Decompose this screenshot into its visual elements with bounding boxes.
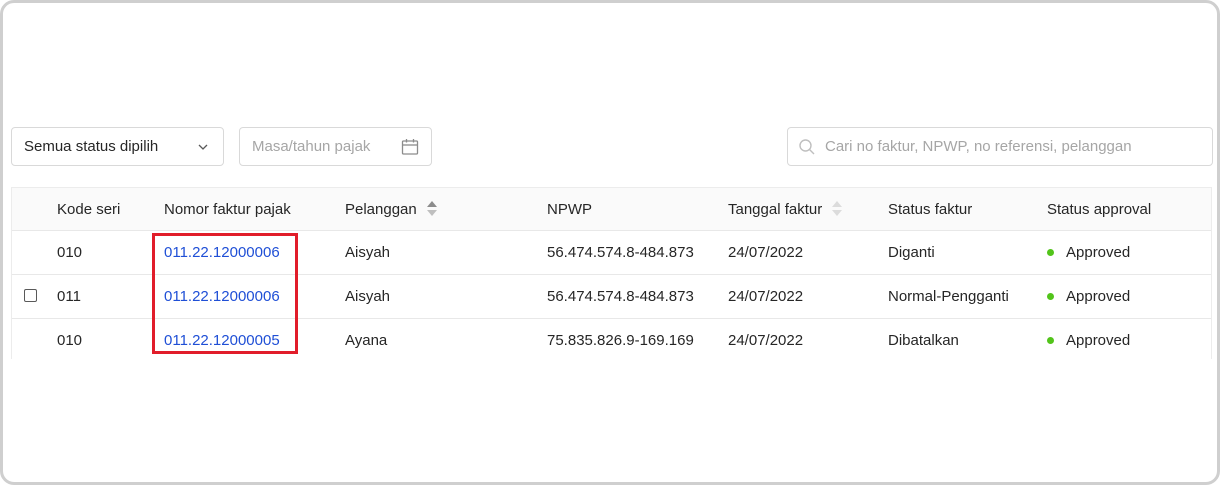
- column-header-status-approval: Status approval: [1047, 200, 1152, 218]
- cell-pelanggan: Aisyah: [345, 288, 391, 305]
- row-checkbox[interactable]: [24, 289, 37, 302]
- cell-pelanggan: Ayana: [345, 332, 388, 349]
- column-header-tanggal-faktur[interactable]: Tanggal faktur: [728, 188, 843, 230]
- cell-status-faktur: Dibatalkan: [888, 332, 959, 349]
- status-filter-value: Semua status dipilih: [24, 138, 159, 155]
- cell-kode-seri: 011: [57, 288, 81, 305]
- faktur-number-link[interactable]: 011.22.12000005: [164, 332, 280, 349]
- search-icon: [799, 138, 815, 154]
- faktur-number-link[interactable]: 011.22.12000006: [164, 244, 280, 261]
- faktur-table: Kode seri Nomor faktur pajak Pelanggan N…: [11, 187, 1212, 359]
- cell-status-faktur: Diganti: [888, 244, 935, 261]
- cell-npwp: 75.835.826.9-169.169: [547, 332, 694, 349]
- cell-npwp: 56.474.574.8-484.873: [547, 288, 694, 305]
- cell-tanggal-faktur: 24/07/2022: [728, 332, 804, 349]
- cell-kode-seri: 010: [57, 332, 83, 349]
- cell-status-approval: Approved: [1047, 319, 1130, 359]
- status-approval-label: Approved: [1066, 288, 1131, 305]
- cell-tanggal-faktur: 24/07/2022: [728, 288, 804, 305]
- column-header-npwp: NPWP: [547, 200, 592, 218]
- faktur-number-link[interactable]: 011.22.12000006: [164, 288, 280, 305]
- cell-status-approval: Approved: [1047, 231, 1130, 274]
- column-header-pelanggan-label: Pelanggan: [345, 200, 417, 218]
- sort-icon[interactable]: [832, 200, 843, 218]
- status-approval-label: Approved: [1066, 332, 1131, 349]
- cell-npwp: 56.474.574.8-484.873: [547, 244, 694, 261]
- column-header-tanggal-faktur-label: Tanggal faktur: [728, 200, 823, 218]
- column-header-pelanggan[interactable]: Pelanggan: [345, 188, 437, 230]
- cell-status-approval: Approved: [1047, 275, 1130, 318]
- window-frame: Semua status dipilih Kode seri Nomor fak…: [0, 0, 1220, 485]
- cell-pelanggan: Aisyah: [345, 244, 391, 261]
- status-dot-icon: [1047, 249, 1054, 256]
- chevron-down-icon: [198, 144, 208, 150]
- search-box[interactable]: [787, 127, 1213, 166]
- cell-kode-seri: 010: [57, 244, 83, 261]
- period-input[interactable]: [252, 138, 392, 155]
- status-dot-icon: [1047, 337, 1054, 344]
- status-dot-icon: [1047, 293, 1054, 300]
- column-header-status-faktur: Status faktur: [888, 200, 973, 218]
- column-header-nomor-faktur: Nomor faktur pajak: [164, 200, 291, 218]
- column-header-kode-seri: Kode seri: [57, 200, 121, 218]
- table-row[interactable]: 010 011.22.12000006 Aisyah 56.474.574.8-…: [12, 231, 1211, 275]
- table-row[interactable]: 010 011.22.12000005 Ayana 75.835.826.9-1…: [12, 319, 1211, 359]
- cell-status-faktur: Normal-Pengganti: [888, 288, 1009, 305]
- status-approval-label: Approved: [1066, 244, 1131, 261]
- search-input[interactable]: [825, 138, 1200, 155]
- cell-tanggal-faktur: 24/07/2022: [728, 244, 804, 261]
- calendar-icon[interactable]: [401, 138, 419, 156]
- period-date-picker[interactable]: [239, 127, 432, 166]
- sort-icon[interactable]: [426, 200, 437, 218]
- status-filter-select[interactable]: Semua status dipilih: [11, 127, 224, 166]
- table-header-row: Kode seri Nomor faktur pajak Pelanggan N…: [12, 187, 1211, 231]
- table-row[interactable]: 011 011.22.12000006 Aisyah 56.474.574.8-…: [12, 275, 1211, 319]
